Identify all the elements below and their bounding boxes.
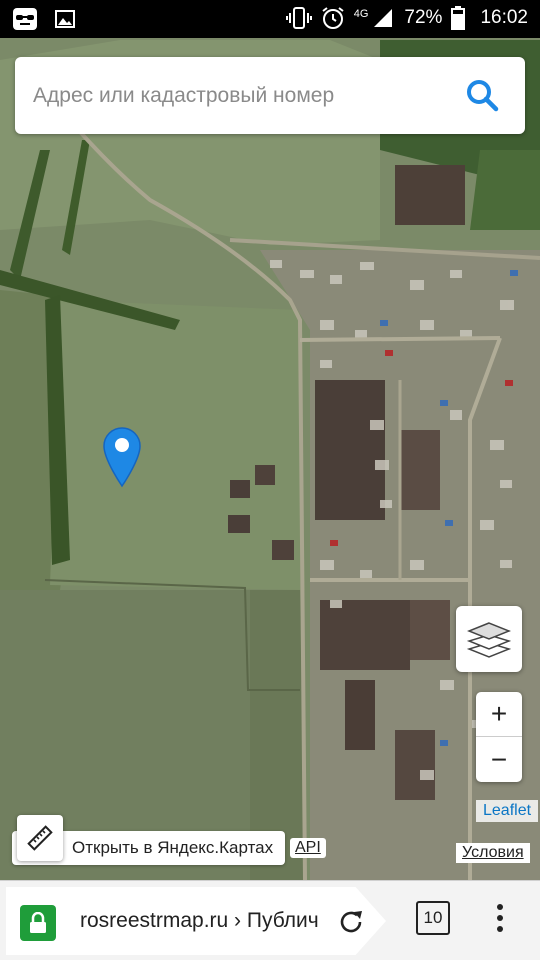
alarm-icon (320, 5, 346, 31)
zoom-in-button[interactable]: + (476, 692, 522, 737)
search-input[interactable] (33, 57, 453, 134)
api-link[interactable]: API (290, 838, 326, 858)
screen: 4G 72% 16:02 Адрес или кадастровый номер… (0, 0, 540, 960)
battery-icon (450, 5, 466, 31)
browser-menu-button[interactable] (490, 901, 510, 935)
signal-icon (370, 5, 396, 31)
battery-percent: 72% (404, 7, 443, 28)
terms-link[interactable]: Условия (456, 843, 530, 863)
reload-icon (340, 911, 362, 933)
browser-toolbar: rosreestrmap.ru › Публичная кадастровая … (0, 880, 540, 960)
layers-button[interactable] (456, 606, 522, 672)
ruler-icon (27, 825, 53, 851)
more-vert-icon (497, 904, 503, 932)
zoom-out-button[interactable]: − (476, 737, 522, 782)
image-icon (52, 6, 78, 32)
map-pin-icon[interactable] (102, 426, 142, 488)
address-bar[interactable]: rosreestrmap.ru › Публичная кадастровая … (6, 887, 386, 955)
network-type: 4G (353, 8, 369, 20)
vibrate-icon (285, 5, 312, 31)
measure-button[interactable] (17, 815, 63, 861)
search-icon (467, 80, 499, 112)
reload-button[interactable] (336, 907, 366, 937)
incognito-icon (12, 6, 38, 32)
status-bar: 4G 72% 16:02 (0, 0, 540, 38)
tab-switcher-button[interactable]: 10 (416, 901, 450, 935)
satellite-map[interactable] (0, 38, 540, 880)
search-bar (15, 57, 525, 134)
layers-icon (467, 622, 511, 658)
lock-icon (20, 905, 56, 941)
url-text: rosreestrmap.ru › Публичная кадастровая … (80, 909, 320, 932)
search-button[interactable] (465, 78, 499, 112)
satellite-imagery (0, 38, 540, 880)
clock: 16:02 (480, 7, 528, 28)
zoom-control: + − (476, 692, 522, 782)
leaflet-attribution-link[interactable]: Leaflet (476, 800, 539, 822)
